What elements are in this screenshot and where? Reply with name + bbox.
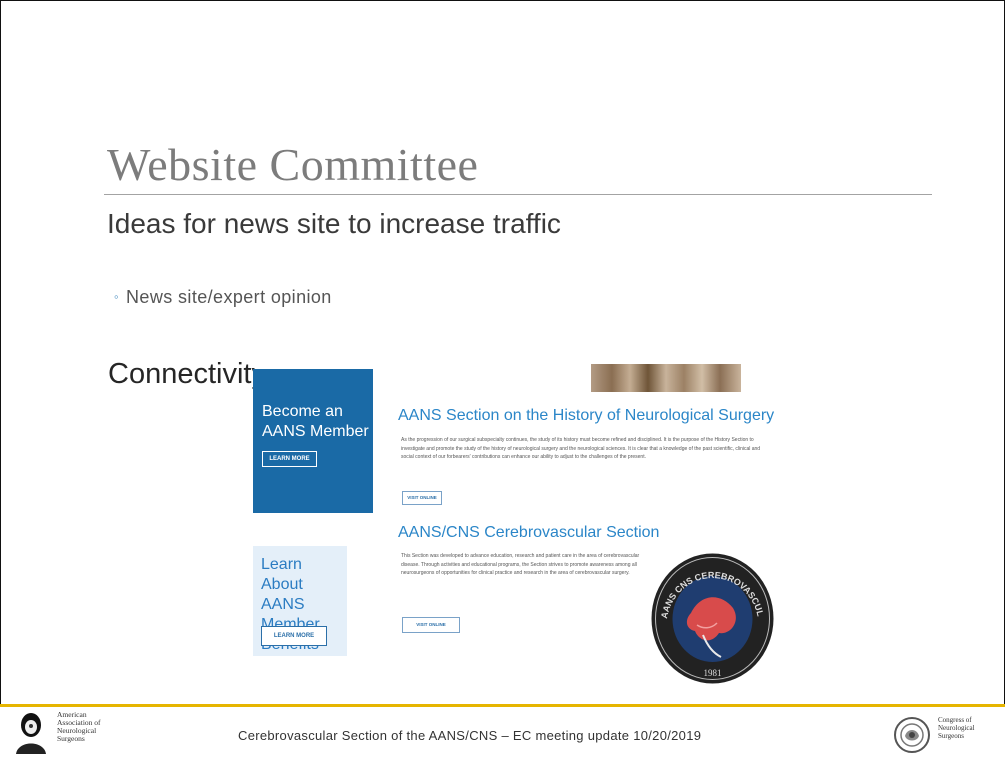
become-member-banner[interactable]: Become an AANS Member LEARN MORE (253, 369, 373, 513)
slide-title: Website Committee (107, 139, 479, 190)
seal-year: 1981 (704, 668, 722, 678)
cerebrovascular-section-heading[interactable]: AANS/CNS Cerebrovascular Section (398, 524, 659, 542)
footer-text: Cerebrovascular Section of the AANS/CNS … (238, 728, 702, 743)
slide-subtitle: Ideas for news site to increase traffic (107, 208, 561, 239)
title-divider (104, 194, 932, 195)
cns-logo-icon (894, 717, 930, 753)
learn-more-button[interactable]: LEARN MORE (262, 451, 317, 467)
bullet-item: ◦ News site/expert opinion (114, 287, 332, 308)
history-section-heading[interactable]: AANS Section on the History of Neurologi… (398, 407, 774, 425)
bullet-text: News site/expert opinion (126, 287, 332, 307)
cerebrovascular-seal-logo: AANS CNS CEREBROVASCULAR SECTION 1981 (651, 553, 774, 684)
cerebrovascular-section-body: This Section was developed to advance ed… (401, 553, 640, 576)
member-benefits-banner[interactable]: Learn About AANS Member Benefits LEARN M… (253, 546, 347, 656)
cns-name: Congress of Neurological Surgeons (938, 716, 975, 740)
photo-strip-image (591, 364, 741, 392)
bullet-dot-icon: ◦ (114, 289, 120, 304)
visit-online-button-cerebrovascular[interactable]: VISIT ONLINE (402, 617, 460, 633)
aans-name: American Association of Neurological Sur… (57, 710, 101, 743)
learn-more-benefits-button[interactable]: LEARN MORE (261, 626, 327, 646)
history-section-body: As the progression of our surgical subsp… (401, 437, 761, 460)
aans-logo-icon (10, 710, 52, 754)
become-member-text: Become an AANS Member (262, 403, 369, 440)
connectivity-heading: Connectivity (108, 358, 258, 390)
visit-online-button-history[interactable]: VISIT ONLINE (402, 491, 442, 505)
